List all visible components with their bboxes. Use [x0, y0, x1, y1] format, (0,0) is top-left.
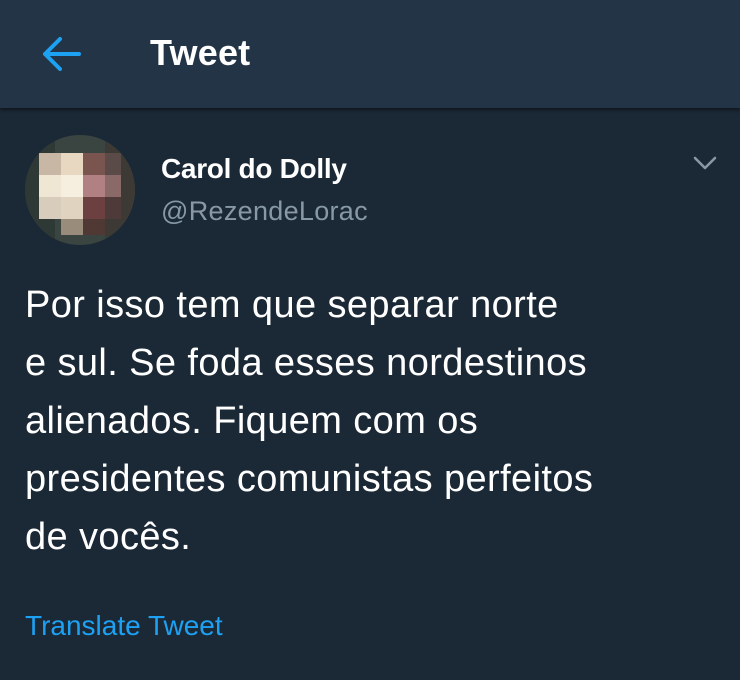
tweet-menu-button[interactable]: [690, 150, 720, 176]
arrow-left-icon: [43, 37, 81, 71]
back-button[interactable]: [34, 30, 88, 78]
pixelated-avatar: [25, 135, 135, 245]
tweet-text: Por isso tem que separar norte e sul. Se…: [25, 284, 594, 558]
avatar[interactable]: [25, 135, 135, 245]
translate-tweet-link[interactable]: Translate Tweet: [25, 608, 223, 644]
tweet: Carol do Dolly @RezendeLorac Por isso te…: [0, 108, 740, 680]
author-handle[interactable]: @RezendeLorac: [161, 194, 368, 228]
screen-title: Tweet: [150, 32, 251, 73]
author-name[interactable]: Carol do Dolly: [161, 152, 347, 186]
app-bar: Tweet: [0, 0, 740, 108]
tweet-detail-screen: Tweet Carol do Dolly @RezendeLorac Por i…: [0, 0, 740, 680]
chevron-down-icon: [693, 156, 717, 170]
